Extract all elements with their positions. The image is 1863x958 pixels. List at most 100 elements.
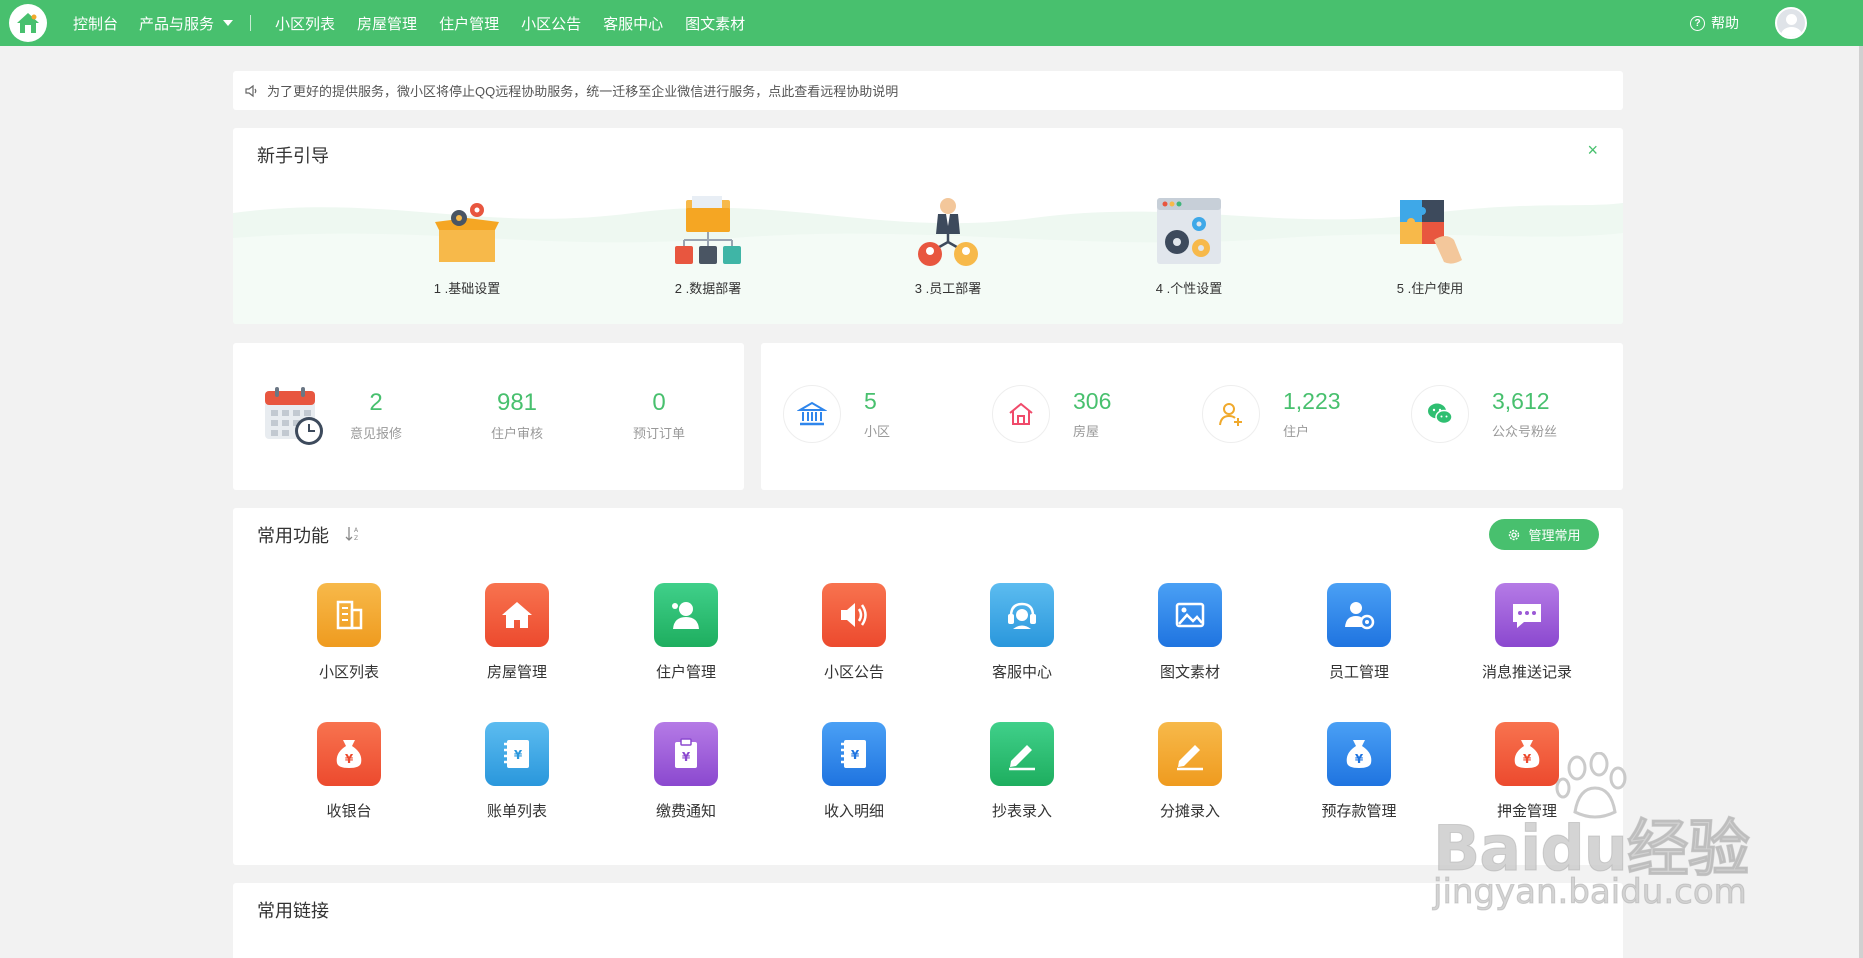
- house-icon: [992, 385, 1050, 443]
- guide-step-label: 1 .基础设置: [433, 281, 501, 296]
- notice-text[interactable]: 为了更好的提供服务，微小区将停止QQ远程协助服务，统一迁移至企业微信进行服务，点…: [267, 81, 898, 100]
- function-payment-notice[interactable]: ¥ 缴费通知: [616, 722, 756, 821]
- close-icon[interactable]: ×: [1587, 140, 1598, 161]
- function-bill-list[interactable]: ¥ 账单列表: [447, 722, 587, 821]
- nav-products-dropdown[interactable]: 产品与服务: [139, 13, 234, 34]
- guide-step-data-deploy[interactable]: 2 .数据部署: [648, 196, 768, 297]
- question-icon: ?: [1690, 15, 1705, 31]
- function-resident-management[interactable]: 住户管理: [616, 583, 756, 682]
- function-label: 员工管理: [1328, 664, 1389, 681]
- nav-divider: [250, 15, 252, 31]
- deposit-bag-icon: ¥: [1327, 722, 1391, 786]
- stat-resident-review[interactable]: 981 住户审核: [467, 389, 567, 442]
- function-label: 缴费通知: [655, 803, 716, 820]
- stat-wechat-fans[interactable]: 3,612 公众号粉丝: [1411, 385, 1557, 443]
- nav-resident-management[interactable]: 住户管理: [439, 13, 499, 34]
- todo-stats-panel: 2 意见报修 981 住户审核 0 预订订单: [233, 343, 744, 490]
- guarantee-bag-icon: ¥: [1495, 722, 1559, 786]
- stat-label: 预订订单: [632, 426, 685, 441]
- function-media-library[interactable]: 图文素材: [1120, 583, 1260, 682]
- function-label: 小区公告: [823, 664, 884, 681]
- svg-text:Z: Z: [354, 535, 358, 542]
- function-label: 预存款管理: [1321, 803, 1397, 820]
- function-meter-entry[interactable]: 抄表录入: [952, 722, 1092, 821]
- function-guarantee-management[interactable]: ¥ 押金管理: [1457, 722, 1597, 821]
- nav-service-center[interactable]: 客服中心: [603, 13, 663, 34]
- image-icon: [1158, 583, 1222, 647]
- function-label: 押金管理: [1496, 803, 1557, 820]
- nav-community-list[interactable]: 小区列表: [275, 13, 335, 34]
- stat-repairs[interactable]: 2 意见报修: [326, 389, 426, 442]
- money-bag-icon: ¥: [317, 722, 381, 786]
- gear-icon: [1509, 529, 1520, 540]
- function-cashier[interactable]: ¥ 收银台: [279, 722, 419, 821]
- nav-media-library[interactable]: 图文素材: [685, 13, 745, 34]
- common-functions-panel: 常用功能 A Z 管理常用 小区列表 房屋管理 住户管理 小区公告 客服中心 图…: [233, 508, 1623, 865]
- income-book-icon: ¥: [822, 722, 886, 786]
- manage-common-button[interactable]: 管理常用: [1489, 519, 1599, 550]
- function-label: 收银台: [326, 803, 372, 820]
- function-label: 图文素材: [1159, 664, 1220, 681]
- overview-stats-panel: 5 小区 306 房屋 1,223 住户 3,612 公众号粉丝: [761, 343, 1623, 490]
- stat-label: 住户: [1283, 424, 1310, 439]
- guide-step-resident-use[interactable]: 5 .住户使用: [1370, 196, 1490, 297]
- nav-console[interactable]: 控制台: [73, 13, 118, 34]
- message-icon: [1495, 583, 1559, 647]
- function-service-center[interactable]: 客服中心: [952, 583, 1092, 682]
- function-allocation-entry[interactable]: 分摊录入: [1120, 722, 1260, 821]
- stat-label: 房屋: [1073, 424, 1100, 439]
- stat-value: 5: [864, 388, 877, 414]
- bill-book-icon: ¥: [485, 722, 549, 786]
- box-gears-icon: [435, 203, 499, 262]
- stat-value: 3,612: [1492, 388, 1550, 414]
- guide-step-basic-settings[interactable]: 1 .基础设置: [407, 196, 527, 297]
- guide-step-staff-deploy[interactable]: 3 .员工部署: [888, 196, 1008, 297]
- help-link[interactable]: ? 帮助: [1690, 13, 1739, 33]
- function-label: 客服中心: [991, 664, 1052, 681]
- function-message-push-log[interactable]: 消息推送记录: [1457, 583, 1597, 682]
- nav-house-management[interactable]: 房屋管理: [357, 13, 417, 34]
- page-scrollbar[interactable]: [1859, 46, 1863, 958]
- app-logo[interactable]: [9, 4, 47, 42]
- top-navbar: 控制台 产品与服务 小区列表 房屋管理 住户管理 小区公告 客服中心 图文素材 …: [0, 0, 1863, 46]
- stat-value: 306: [1073, 388, 1112, 414]
- sort-az-icon[interactable]: A Z: [345, 525, 361, 543]
- speaker-icon: [245, 84, 259, 98]
- stat-communities[interactable]: 5 小区: [783, 385, 890, 443]
- stat-label: 住户审核: [490, 426, 543, 441]
- function-label: 住户管理: [655, 664, 716, 681]
- function-community-notice[interactable]: 小区公告: [784, 583, 924, 682]
- common-links-panel: 常用链接: [233, 883, 1623, 958]
- nav-community-notice[interactable]: 小区公告: [521, 13, 581, 34]
- guide-step-personal-settings[interactable]: 4 .个性设置: [1129, 196, 1249, 297]
- function-deposit-management[interactable]: ¥ 预存款管理: [1289, 722, 1429, 821]
- user-avatar[interactable]: [1775, 7, 1807, 39]
- speaker-icon: [822, 583, 886, 647]
- svg-text:¥: ¥: [682, 750, 691, 764]
- folder-tree-icon: [675, 196, 741, 264]
- notice-bar[interactable]: 为了更好的提供服务，微小区将停止QQ远程协助服务，统一迁移至企业微信进行服务，点…: [233, 71, 1623, 110]
- stat-residents[interactable]: 1,223 住户: [1202, 385, 1341, 443]
- function-income-detail[interactable]: ¥ 收入明细: [784, 722, 924, 821]
- function-house-management[interactable]: 房屋管理: [447, 583, 587, 682]
- staff-icon: [1327, 583, 1391, 647]
- stat-booking-orders[interactable]: 0 预订订单: [609, 389, 709, 442]
- home-icon: [485, 583, 549, 647]
- stat-houses[interactable]: 306 房屋: [992, 385, 1111, 443]
- stat-label: 公众号粉丝: [1492, 424, 1558, 439]
- stat-value: 2: [369, 389, 383, 416]
- guide-step-label: 3 .员工部署: [914, 281, 982, 296]
- function-label: 收入明细: [823, 803, 884, 820]
- functions-title: 常用功能: [257, 526, 329, 546]
- wechat-icon: [1411, 385, 1469, 443]
- function-label: 分摊录入: [1159, 803, 1220, 820]
- function-staff-management[interactable]: 员工管理: [1289, 583, 1429, 682]
- svg-text:¥: ¥: [345, 752, 354, 766]
- svg-text:¥: ¥: [851, 748, 860, 762]
- function-community-list[interactable]: 小区列表: [279, 583, 419, 682]
- logo-house-icon: [17, 13, 39, 33]
- guide-title: 新手引导: [257, 146, 329, 166]
- window-gears-icon: [1157, 198, 1221, 264]
- svg-text:¥: ¥: [1523, 752, 1532, 766]
- stat-value: 1,223: [1283, 388, 1341, 414]
